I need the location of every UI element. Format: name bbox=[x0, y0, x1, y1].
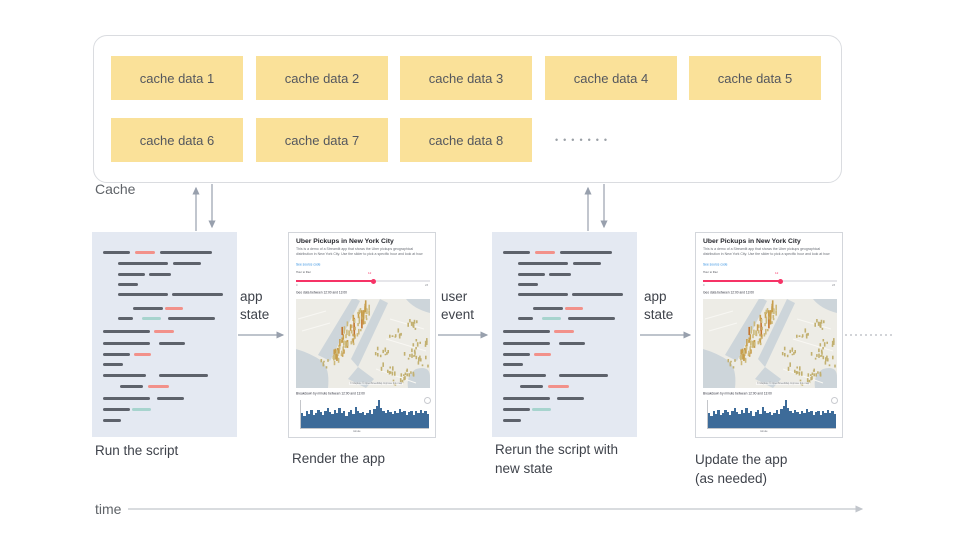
cache-box-8: cache data 8 bbox=[400, 118, 532, 162]
minute-histogram bbox=[707, 397, 838, 429]
slider-label: Hour to filter bbox=[703, 271, 718, 274]
time-label: time bbox=[95, 501, 122, 517]
geo-caption: Geo data between 12:00 and 13:00 bbox=[296, 291, 347, 295]
app-description: This is a demo of a Streamlit app that s… bbox=[296, 247, 423, 257]
nyc-map bbox=[296, 299, 430, 388]
cache-box-7: cache data 7 bbox=[256, 118, 388, 162]
slider-min: 0 bbox=[703, 284, 705, 287]
slider-fill bbox=[296, 280, 374, 282]
abstract-code-lines bbox=[92, 232, 237, 437]
slider-value: 12 bbox=[774, 272, 779, 275]
app-screenshot-update: Uber Pickups in New York City This is a … bbox=[695, 232, 843, 438]
cache-box-6: cache data 6 bbox=[111, 118, 243, 162]
histogram-bars bbox=[301, 400, 430, 428]
step-label-run-script: Run the script bbox=[95, 443, 179, 458]
slider-max: 23 bbox=[832, 284, 836, 287]
source-code-link: See source code bbox=[703, 263, 728, 267]
step-label-update-app: Update the app (as needed) bbox=[695, 452, 788, 486]
hour-slider: 12 bbox=[703, 272, 837, 284]
cache-box-1: cache data 1 bbox=[111, 56, 243, 100]
cache-container: cache data 1 cache data 2 cache data 3 c… bbox=[93, 35, 842, 183]
cache-box-5: cache data 5 bbox=[689, 56, 821, 100]
source-code-link: See source code bbox=[296, 263, 321, 267]
slider-value: 12 bbox=[367, 272, 372, 275]
histogram-bars bbox=[708, 400, 837, 428]
abstract-code-lines bbox=[492, 232, 637, 437]
app-title: Uber Pickups in New York City bbox=[296, 237, 394, 245]
slider-max: 23 bbox=[425, 284, 429, 287]
breakdown-caption: Breakdown by minute between 12:00 and 13… bbox=[296, 392, 365, 396]
more-items-dots-icon: ••••••• bbox=[555, 135, 613, 145]
cache-box-2: cache data 2 bbox=[256, 56, 388, 100]
app-title: Uber Pickups in New York City bbox=[703, 237, 801, 245]
cache-box-4: cache data 4 bbox=[545, 56, 677, 100]
app-description: This is a demo of a Streamlit app that s… bbox=[703, 247, 830, 257]
slider-handle-icon bbox=[778, 278, 784, 284]
cache-box-3: cache data 3 bbox=[400, 56, 532, 100]
slider-handle-icon bbox=[371, 278, 377, 284]
script-panel-rerun bbox=[492, 232, 637, 437]
cache-label: Cache bbox=[95, 181, 136, 197]
chart-menu-icon bbox=[424, 397, 431, 404]
breakdown-caption: Breakdown by minute between 12:00 and 13… bbox=[703, 392, 772, 396]
map-attribution: © Mapbox © OpenStreetMap Improve this ma… bbox=[756, 382, 811, 385]
streamlit-architecture-diagram: cache data 1 cache data 2 cache data 3 c… bbox=[0, 0, 960, 540]
app-screenshot-render: Uber Pickups in New York City This is a … bbox=[288, 232, 436, 438]
nyc-map bbox=[703, 299, 837, 388]
user-event-label: user event bbox=[441, 289, 475, 322]
geo-caption: Geo data between 12:00 and 13:00 bbox=[703, 291, 754, 295]
step-label-render-app: Render the app bbox=[292, 451, 386, 466]
histogram-xlabel: minute bbox=[760, 430, 768, 433]
chart-menu-icon bbox=[831, 397, 838, 404]
app-state-label-2: app state bbox=[644, 289, 674, 322]
map-attribution: © Mapbox © OpenStreetMap Improve this ma… bbox=[349, 382, 404, 385]
hour-slider: 12 bbox=[296, 272, 430, 284]
slider-fill bbox=[703, 280, 781, 282]
app-state-label-1: app state bbox=[240, 289, 270, 322]
step-label-rerun-script: Rerun the script with new state bbox=[495, 442, 619, 476]
script-panel-run bbox=[92, 232, 237, 437]
minute-histogram bbox=[300, 397, 431, 429]
slider-min: 0 bbox=[296, 284, 298, 287]
histogram-xlabel: minute bbox=[353, 430, 361, 433]
slider-label: Hour to filter bbox=[296, 271, 311, 274]
